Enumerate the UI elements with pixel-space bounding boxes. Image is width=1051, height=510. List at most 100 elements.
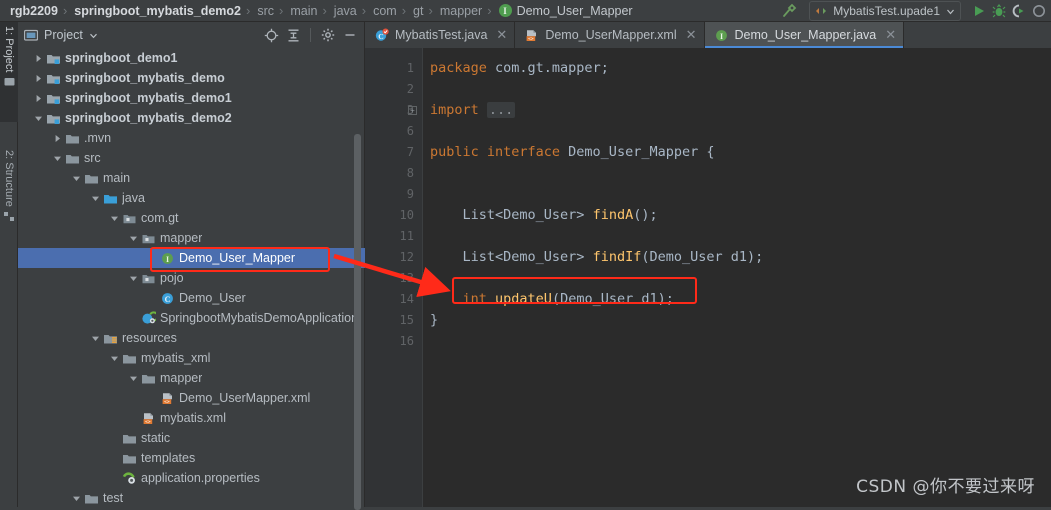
tree-row[interactable]: resources (18, 328, 365, 348)
source-folder-icon (102, 188, 118, 208)
tree-row[interactable]: mapper (18, 368, 365, 388)
twisty-collapsed-icon[interactable] (32, 88, 45, 108)
close-icon[interactable]: ✕ (686, 27, 697, 43)
navigation-bar: rgb2209 › springboot_mybatis_demo2 › src › mai… (0, 0, 1051, 22)
hammer-icon[interactable] (779, 1, 799, 21)
breadcrumb-item-main[interactable]: main (284, 0, 321, 22)
run-configuration-selector[interactable]: MybatisTest.upade1 (809, 1, 961, 21)
breadcrumb-item-com[interactable]: com (367, 0, 401, 22)
code-token: findA (592, 207, 634, 223)
chevron-down-icon[interactable] (946, 7, 955, 16)
project-panel-header: Project (18, 22, 364, 48)
project-tree[interactable]: springboot_demo1 springboot_mybatis_demo s… (18, 48, 365, 507)
sidebar-item-structure[interactable]: 2: Structure (0, 146, 18, 254)
xml-file-icon: <> (140, 408, 156, 428)
line-number: 16 (399, 334, 414, 348)
tree-row[interactable]: mapper (18, 228, 365, 248)
fold-expand-icon[interactable]: + (408, 106, 417, 115)
tree-row[interactable]: com.gt (18, 208, 365, 228)
tree-row[interactable]: <> mybatis.xml (18, 408, 365, 428)
editor-tab[interactable]: <> Demo_UserMapper.xml ✕ (515, 22, 705, 48)
folder-icon (121, 448, 137, 468)
code-content[interactable]: package com.gt.mapper; import ... public i… (423, 48, 1051, 507)
minimize-icon[interactable] (340, 25, 360, 45)
tree-row[interactable]: .mvn (18, 128, 365, 148)
twisty-expanded-icon[interactable] (127, 228, 140, 248)
scrollbar-thumb[interactable] (354, 134, 361, 510)
tree-row[interactable]: springboot_mybatis_demo (18, 68, 365, 88)
twisty-expanded-icon[interactable] (89, 188, 102, 208)
line-number: 7 (406, 145, 414, 159)
tree-row[interactable]: SpringbootMybatisDemoApplication (18, 308, 365, 328)
twisty-collapsed-icon[interactable] (32, 68, 45, 88)
breadcrumb-item-src[interactable]: src (251, 0, 278, 22)
tree-row[interactable]: mybatis_xml (18, 348, 365, 368)
tree-row[interactable]: static (18, 428, 365, 448)
line-number: 8 (406, 166, 414, 180)
breadcrumb-item-gt[interactable]: gt (407, 0, 427, 22)
sidebar-item-project[interactable]: 1: Project (0, 22, 18, 122)
twisty-expanded-icon[interactable] (108, 348, 121, 368)
twisty-expanded-icon[interactable] (51, 148, 64, 168)
svg-text:C: C (164, 295, 170, 304)
interface-icon: I (714, 28, 729, 43)
twisty-collapsed-icon[interactable] (32, 48, 45, 68)
editor-gutter[interactable]: 1 2 3 +6 7 8 9 10 11 12 13 14 15 16 (365, 48, 423, 507)
gear-icon[interactable] (318, 25, 338, 45)
twisty-expanded-icon[interactable] (70, 488, 83, 507)
code-token: com.gt.mapper; (495, 60, 609, 76)
code-token: findIf (592, 249, 642, 265)
twisty-expanded-icon[interactable] (108, 208, 121, 228)
twisty-expanded-icon[interactable] (32, 108, 45, 128)
tree-row[interactable]: springboot_mybatis_demo1 (18, 88, 365, 108)
close-icon[interactable]: ✕ (496, 27, 507, 43)
project-view-selector[interactable]: Project (24, 28, 98, 42)
twisty-expanded-icon[interactable] (89, 328, 102, 348)
breadcrumb-item-mapper[interactable]: mapper (434, 0, 486, 22)
project-view-icon (24, 28, 38, 42)
locate-icon[interactable] (261, 25, 281, 45)
close-icon[interactable]: ✕ (885, 27, 896, 43)
run-icon[interactable] (969, 1, 989, 21)
package-icon (121, 208, 137, 228)
tree-row[interactable]: application.properties (18, 468, 365, 488)
breadcrumb-item-rgb2209[interactable]: rgb2209 (4, 0, 62, 22)
tree-row[interactable]: java (18, 188, 365, 208)
tree-row[interactable]: springboot_mybatis_demo2 (18, 108, 365, 128)
tree-row[interactable]: src (18, 148, 365, 168)
tree-row[interactable]: test (18, 488, 365, 507)
code-editor[interactable]: 1 2 3 +6 7 8 9 10 11 12 13 14 15 16 package com.gt.ma… (365, 48, 1051, 507)
editor-tab-bar: C MybatisTest.java ✕ <> Demo_UserMapper.xml ✕… (365, 22, 1051, 48)
profiler-icon[interactable] (1029, 1, 1049, 21)
tree-row-label: mybatis_xml (141, 351, 211, 365)
twisty-expanded-icon[interactable] (70, 168, 83, 188)
tree-row[interactable]: springboot_demo1 (18, 48, 365, 68)
tree-row[interactable]: C Demo_User (18, 288, 365, 308)
tree-row[interactable]: main (18, 168, 365, 188)
run-with-coverage-icon[interactable] (1009, 1, 1029, 21)
chevron-down-icon[interactable] (89, 31, 98, 40)
tree-row-label: SpringbootMybatisDemoApplication (160, 311, 359, 325)
collapse-all-icon[interactable] (283, 25, 303, 45)
tree-row[interactable]: I Demo_User_Mapper (18, 248, 365, 268)
project-tree-scrollbar[interactable] (354, 78, 361, 510)
breadcrumb-item-java[interactable]: java (328, 0, 361, 22)
breadcrumb-item-springboot-mybatis-demo2[interactable]: springboot_mybatis_demo2 (68, 0, 245, 22)
twisty-expanded-icon[interactable] (127, 368, 140, 388)
editor-tab[interactable]: I Demo_User_Mapper.java ✕ (704, 22, 905, 48)
tree-row-label: .mvn (84, 131, 112, 145)
twisty-expanded-icon[interactable] (127, 268, 140, 288)
tree-row-label: main (103, 171, 131, 185)
tree-row[interactable]: templates (18, 448, 365, 468)
tree-row[interactable]: pojo (18, 268, 365, 288)
editor-tab[interactable]: C MybatisTest.java ✕ (365, 22, 516, 48)
tree-row[interactable]: <> Demo_UserMapper.xml (18, 388, 365, 408)
breadcrumb-label: gt (413, 3, 424, 18)
debug-icon[interactable] (989, 1, 1009, 21)
twisty-collapsed-icon[interactable] (51, 128, 64, 148)
breadcrumb-item-demo-user-mapper[interactable]: I Demo_User_Mapper (493, 0, 637, 22)
